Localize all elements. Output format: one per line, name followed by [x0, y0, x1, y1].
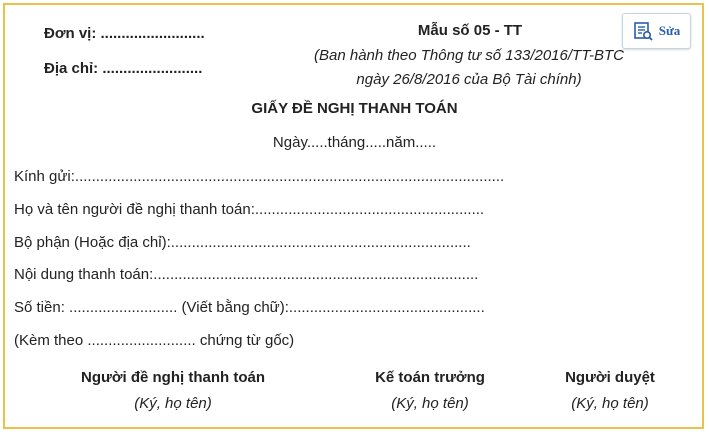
field-recipient: Kính gửi:...............................… — [14, 168, 505, 185]
edit-document-icon — [633, 21, 653, 41]
signature-requester-role: Người đề nghị thanh toán — [80, 369, 265, 386]
issued-line-2: ngày 26/8/2016 của Bộ Tài chính) — [356, 71, 582, 88]
edit-button-label: Sửa — [658, 23, 681, 38]
form-number: Mẫu số 05 - TT — [417, 22, 523, 39]
signature-requester-note: (Ký, họ tên) — [134, 395, 212, 412]
document-title: GIẤY ĐỀ NGHỊ THANH TOÁN — [251, 100, 458, 117]
issued-line-1: (Ban hành theo Thông tư số 133/2016/TT-B… — [314, 47, 624, 64]
field-requester-name: Họ và tên người đề nghị thanh toán:.....… — [14, 201, 485, 218]
date-line: Ngày.....tháng.....năm..... — [272, 134, 437, 151]
field-payment-content: Nội dung thanh toán:....................… — [14, 266, 479, 283]
field-amount: Số tiền: .......................... (Viế… — [14, 299, 485, 316]
signature-chief-accountant-note: (Ký, họ tên) — [391, 395, 469, 412]
edit-button[interactable]: Sửa — [622, 13, 691, 49]
field-department: Bộ phận (Hoặc địa chỉ):.................… — [14, 234, 471, 251]
address-line: Địa chỉ: ........................ — [44, 60, 203, 77]
signature-chief-accountant-role: Kế toán trưởng — [375, 369, 485, 386]
signature-approver-note: (Ký, họ tên) — [571, 395, 649, 412]
signature-approver-role: Người duyệt — [565, 369, 655, 386]
field-attachments: (Kèm theo .......................... chứ… — [14, 332, 295, 349]
unit-line: Đơn vị: ......................... — [44, 25, 205, 42]
